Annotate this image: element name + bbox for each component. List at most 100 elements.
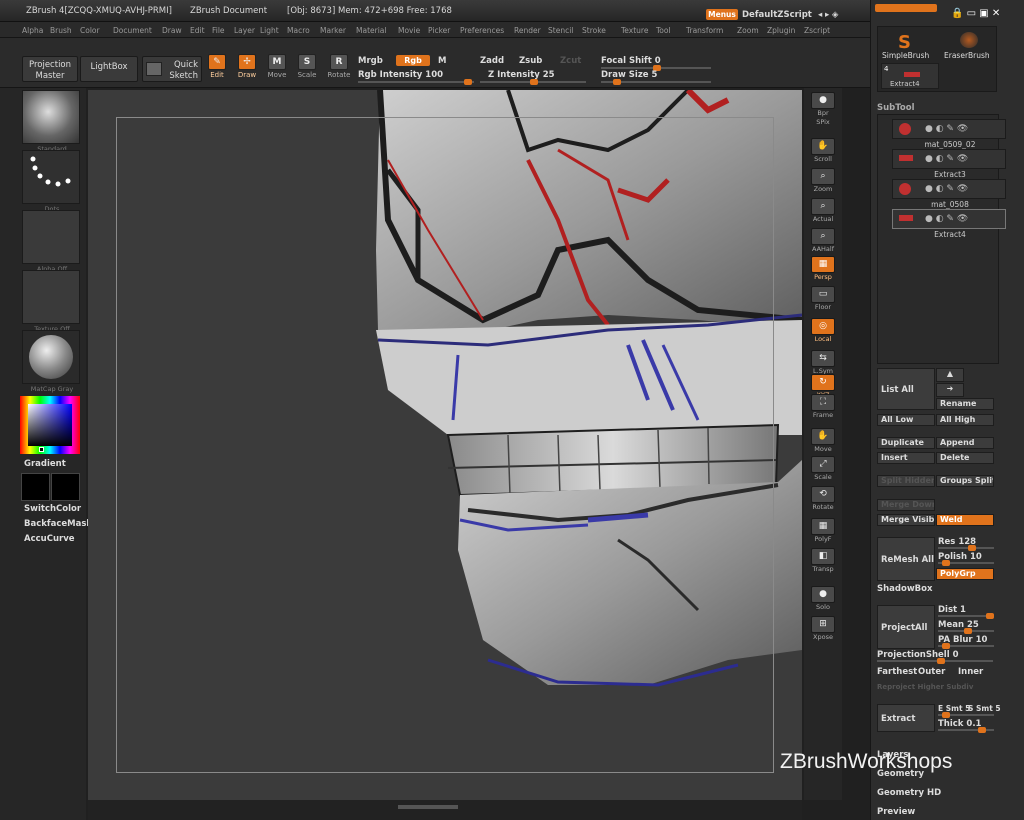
menu-layer[interactable]: Layer <box>234 26 255 35</box>
default-zscript[interactable]: DefaultZScript <box>742 10 812 20</box>
weld-toggle[interactable]: Weld <box>936 514 994 526</box>
append-button[interactable]: Append <box>936 437 994 449</box>
subtool-eye-icon[interactable]: ● ◐ ✎ 👁 <box>925 214 968 224</box>
brush-thumbnail[interactable]: Standard <box>22 90 80 153</box>
move-up-icon[interactable]: ▲ <box>936 368 964 382</box>
floor-view-button[interactable]: ▭ Floor <box>809 286 837 312</box>
xpose-view-button[interactable]: ⊞ Xpose <box>809 616 837 642</box>
extract4-thumbnail[interactable]: 4 Extract4 <box>881 63 939 89</box>
scale-view-button[interactable]: ⤢ Scale <box>809 456 837 482</box>
delete-button[interactable]: Delete <box>936 452 994 464</box>
focal-shift-slider[interactable]: Focal Shift 0 <box>601 56 661 66</box>
zsub-button[interactable]: Zsub <box>519 56 542 66</box>
actual-view-button[interactable]: ⌕ Actual <box>809 198 837 224</box>
list-all-button[interactable]: List All <box>877 368 935 410</box>
menu-stroke[interactable]: Stroke <box>582 26 606 35</box>
reproject-higher-subdiv-button[interactable]: Reproject Higher Subdiv <box>877 683 973 691</box>
bpr-view-button[interactable]: ● Bpr <box>809 92 837 118</box>
dist-slider[interactable]: Dist 1 <box>938 605 966 615</box>
mean-slider[interactable]: Mean 25 <box>938 620 979 630</box>
split-hidden-button[interactable]: Split Hidden <box>877 475 935 487</box>
geometry-hd-subpalette[interactable]: Geometry HD <box>877 788 941 798</box>
material-thumbnail[interactable]: MatCap Gray <box>22 330 80 393</box>
draw-size-slider[interactable]: Draw Size 5 <box>601 70 657 80</box>
shadowbox-button[interactable]: ShadowBox <box>877 584 933 594</box>
zcut-button[interactable]: Zcut <box>560 56 581 66</box>
menu-zscript[interactable]: Zscript <box>804 26 830 35</box>
rgb-intensity-slider[interactable]: Rgb Intensity 100 <box>358 70 443 80</box>
menu-texture[interactable]: Texture <box>621 26 648 35</box>
edit-tool-button[interactable]: ✎ Edit <box>204 54 230 82</box>
window-buttons-icon[interactable]: 🔒 ▭ ▣ ✕ <box>951 8 1000 19</box>
secondary-color-swatch[interactable] <box>51 473 80 501</box>
canvas-scroll-handle[interactable] <box>398 805 458 809</box>
subtool-eye-icon[interactable]: ● ◐ ✎ 👁 <box>925 184 968 194</box>
menu-marker[interactable]: Marker <box>320 26 346 35</box>
menu-preferences[interactable]: Preferences <box>460 26 504 35</box>
alpha-thumbnail[interactable]: Alpha Off <box>22 210 80 273</box>
scale-tool-button[interactable]: S Scale <box>294 54 320 82</box>
menu-edit[interactable]: Edit <box>190 26 205 35</box>
accucurve-button[interactable]: AccuCurve <box>24 534 75 544</box>
menu-picker[interactable]: Picker <box>428 26 450 35</box>
thick-slider[interactable]: Thick 0.1 <box>938 719 981 729</box>
subtool-eye-icon[interactable]: ● ◐ ✎ 👁 <box>925 154 968 164</box>
s-smt-slider[interactable]: S Smt 5 <box>968 704 1001 713</box>
persp-view-button[interactable]: ▦ Persp <box>809 256 837 282</box>
menu-brush[interactable]: Brush <box>50 26 72 35</box>
window-control-icons[interactable] <box>875 4 937 12</box>
eraserbrush-label[interactable]: EraserBrush <box>944 51 990 60</box>
scroll-view-button[interactable]: ✋ Scroll <box>809 138 837 164</box>
menu-tool[interactable]: Tool <box>656 26 671 35</box>
subtool-row-1[interactable]: ● ◐ ✎ 👁 mat_0509_02 <box>892 119 1006 149</box>
thick-track[interactable] <box>938 727 994 733</box>
groups-split-button[interactable]: Groups Split <box>936 475 994 487</box>
main-color-swatch[interactable] <box>21 473 50 501</box>
draw-size-track[interactable] <box>601 79 711 85</box>
rgb-button[interactable]: Rgb <box>396 55 430 66</box>
color-square[interactable] <box>28 404 72 446</box>
solo-view-button[interactable]: ● Solo <box>809 586 837 612</box>
switchcolor-button[interactable]: SwitchColor <box>24 504 81 514</box>
simplebrush-label[interactable]: SimpleBrush <box>882 51 929 60</box>
menu-render[interactable]: Render <box>514 26 541 35</box>
res-track[interactable] <box>938 545 994 551</box>
arrow-right-icon[interactable]: ➜ <box>936 383 964 397</box>
pa-blur-track[interactable] <box>938 643 994 649</box>
menu-stencil[interactable]: Stencil <box>548 26 573 35</box>
draw-tool-button[interactable]: ✢ Draw <box>234 54 260 82</box>
extract-button[interactable]: Extract <box>877 704 935 732</box>
focal-shift-track[interactable] <box>601 65 711 71</box>
subtool-row-4[interactable]: ● ◐ ✎ 👁 Extract4 <box>892 209 1006 239</box>
move-tool-button[interactable]: M Move <box>264 54 290 82</box>
texture-thumbnail[interactable]: Texture Off <box>22 270 80 333</box>
dist-track[interactable] <box>938 613 994 619</box>
eraser-brush-icon[interactable] <box>960 32 978 48</box>
quick-sketch-button[interactable]: Quick Sketch <box>142 56 202 82</box>
z-intensity-track[interactable] <box>480 79 586 85</box>
farthest-button[interactable]: Farthest <box>877 667 917 677</box>
mrgb-button[interactable]: Mrgb <box>358 56 383 66</box>
lsym-view-button[interactable]: ⇆ L.Sym <box>809 350 837 376</box>
polyf-view-button[interactable]: ▦ PolyF <box>809 518 837 544</box>
inner-button[interactable]: Inner <box>958 667 983 677</box>
subtool-row-3[interactable]: ● ◐ ✎ 👁 mat_0508 <box>892 179 1006 209</box>
rotate-tool-button[interactable]: R Rotate <box>326 54 352 82</box>
menu-color[interactable]: Color <box>80 26 100 35</box>
projection-shell-track[interactable] <box>877 658 993 664</box>
subtool-eye-icon[interactable]: ● ◐ ✎ 👁 <box>925 124 968 134</box>
menu-zoom[interactable]: Zoom <box>737 26 759 35</box>
projection-shell-slider[interactable]: ProjectionShell 0 <box>877 650 959 660</box>
projection-master-button[interactable]: Projection Master <box>22 56 78 82</box>
polygrp-toggle[interactable]: PolyGrp <box>936 568 994 580</box>
viewport-canvas[interactable] <box>88 90 802 800</box>
projectall-button[interactable]: ProjectAll <box>877 605 935 649</box>
local-view-button[interactable]: ◎ Local <box>809 318 837 344</box>
merge-visible-button[interactable]: Merge Visible <box>877 514 935 526</box>
merge-down-button[interactable]: Merge Down <box>877 499 935 511</box>
gradient-button[interactable]: Gradient <box>24 459 66 469</box>
layout-arrows[interactable]: ◂ ▸ ◈ <box>818 10 838 20</box>
zadd-button[interactable]: Zadd <box>480 56 504 66</box>
move-view-button[interactable]: ✋ Move <box>809 428 837 454</box>
all-high-button[interactable]: All High <box>936 414 994 426</box>
